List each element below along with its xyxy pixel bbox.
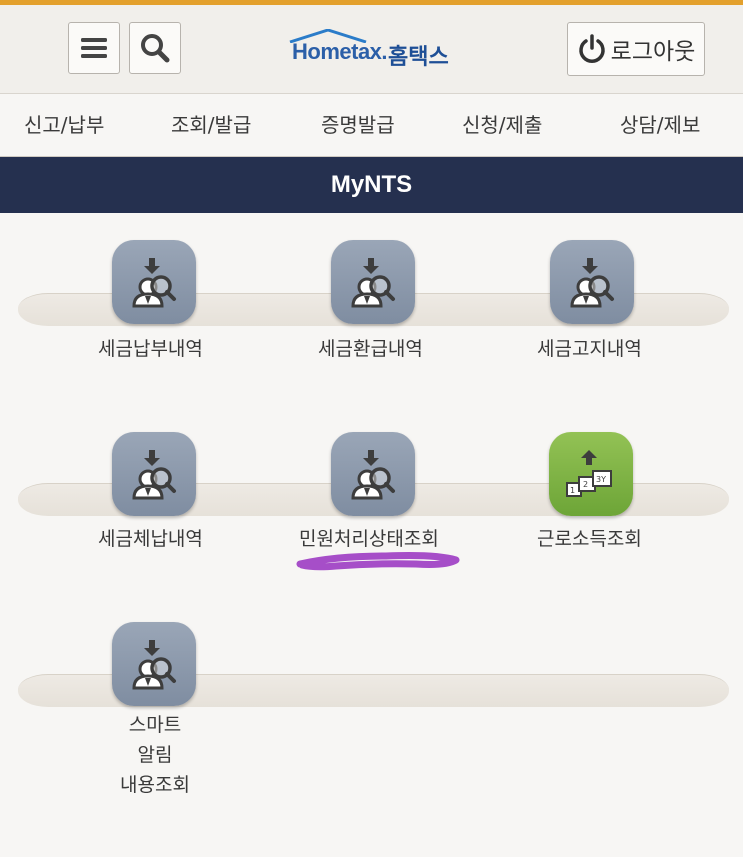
- hometax-logo[interactable]: Hometax. 홈택스: [288, 29, 458, 73]
- smart-notification-tile[interactable]: [112, 622, 196, 706]
- svg-text:2: 2: [583, 480, 588, 489]
- upload-documents-icon: 1 2 3Y: [566, 450, 612, 497]
- main-nav: 신고/납부 조회/발급 증명발급 신청/제출 상담/제보: [0, 94, 743, 157]
- download-search-person-icon: [351, 448, 395, 500]
- menu-label-tax-notice-history[interactable]: 세금고지내역: [537, 334, 642, 361]
- download-search-person-icon: [351, 256, 395, 308]
- hamburger-menu-icon: [81, 38, 107, 58]
- tax-arrears-history-tile[interactable]: [112, 432, 196, 516]
- menu-label-line-2: 알림: [137, 744, 173, 766]
- nav-item-certificate[interactable]: 증명발급: [321, 94, 395, 156]
- svg-text:1: 1: [570, 486, 575, 495]
- logo-text-ko: 홈택스: [388, 45, 449, 70]
- tax-payment-history-tile[interactable]: [112, 240, 196, 324]
- download-search-person-icon: [132, 448, 176, 500]
- search-button[interactable]: [129, 22, 181, 74]
- download-search-person-icon: [132, 256, 176, 308]
- menu-label-line-3: 내용조회: [120, 774, 190, 796]
- svg-text:3Y: 3Y: [596, 475, 606, 484]
- menu-label-smart-notification[interactable]: 스마트 알림 내용조회: [100, 710, 210, 800]
- app-header: Hometax. 홈택스 로그아웃: [0, 5, 743, 94]
- logo-text-en: Hometax.: [292, 39, 388, 64]
- page-title-banner: MyNTS: [0, 157, 743, 213]
- tax-refund-history-tile[interactable]: [331, 240, 415, 324]
- menu-label-tax-refund-history[interactable]: 세금환급내역: [318, 334, 423, 361]
- search-icon: [141, 34, 170, 63]
- menu-button[interactable]: [68, 22, 120, 74]
- download-search-person-icon: [132, 638, 176, 690]
- power-icon: [578, 34, 605, 63]
- earned-income-inquiry-tile[interactable]: 1 2 3Y: [549, 432, 633, 516]
- menu-label-tax-arrears-history[interactable]: 세금체납내역: [98, 524, 203, 551]
- nav-item-filing-payment[interactable]: 신고/납부: [24, 94, 104, 156]
- petition-status-tile[interactable]: [331, 432, 415, 516]
- logout-label: 로그아웃: [610, 39, 696, 65]
- nav-item-apply-submit[interactable]: 신청/제출: [462, 94, 542, 156]
- menu-label-line-1: 스마트: [128, 714, 182, 736]
- menu-label-petition-status[interactable]: 민원처리상태조회: [299, 524, 439, 551]
- logout-button[interactable]: 로그아웃: [567, 22, 705, 76]
- menu-label-tax-payment-history[interactable]: 세금납부내역: [98, 334, 203, 361]
- purple-underline-annotation: [296, 552, 460, 571]
- nav-item-inquiry-issue[interactable]: 조회/발급: [171, 94, 251, 156]
- tax-notice-history-tile[interactable]: [550, 240, 634, 324]
- menu-label-earned-income-inquiry[interactable]: 근로소득조회: [537, 524, 642, 551]
- download-search-person-icon: [570, 256, 614, 308]
- nav-item-consult-report[interactable]: 상담/제보: [620, 94, 700, 156]
